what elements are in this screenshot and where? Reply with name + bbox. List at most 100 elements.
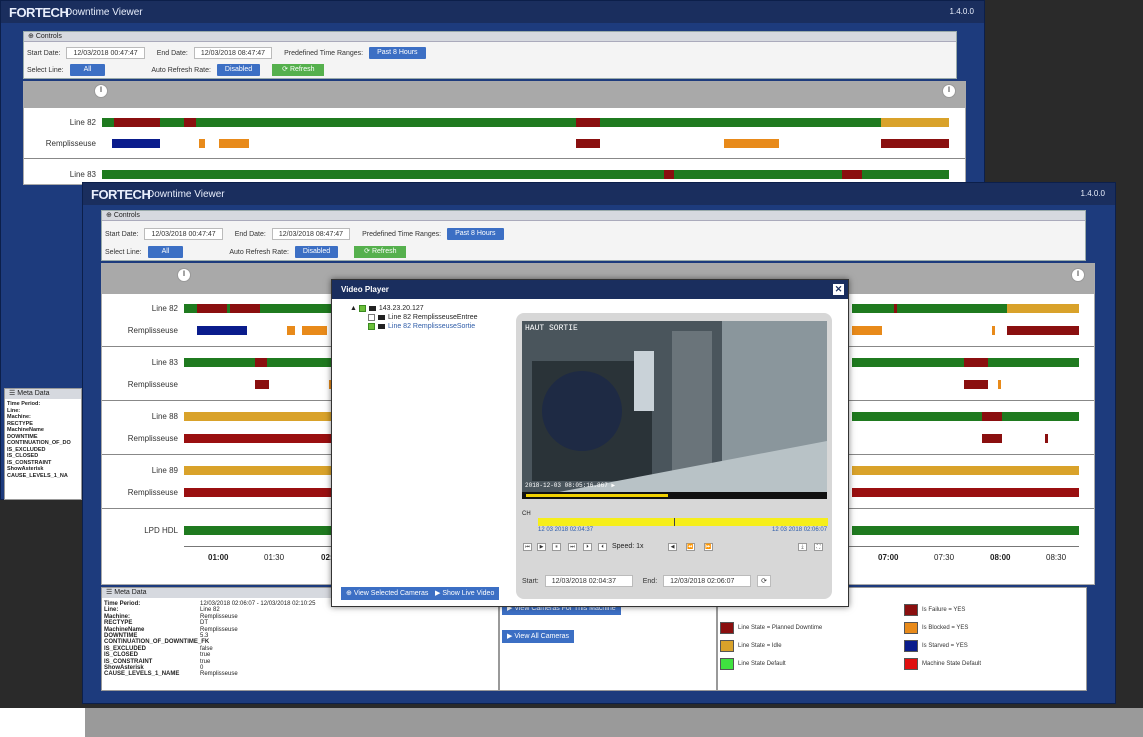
fullscreen-icon[interactable]: ⛶: [814, 543, 823, 551]
start-date-field[interactable]: 12/03/2018 00:47:47: [144, 228, 223, 240]
state-bar[interactable]: [664, 170, 674, 179]
state-bar[interactable]: [998, 380, 1001, 389]
state-bar[interactable]: [102, 170, 949, 179]
past-8-hours-button[interactable]: Past 8 Hours: [447, 228, 504, 240]
clip-start-field[interactable]: 12/03/2018 02:04:37: [544, 575, 633, 587]
state-bar[interactable]: [184, 466, 334, 475]
state-bar[interactable]: [199, 139, 205, 148]
legend-item: Is Failure = YES: [904, 604, 965, 616]
state-bar[interactable]: [852, 412, 1079, 421]
skip-end-icon[interactable]: ⏭: [568, 543, 577, 551]
refresh-button[interactable]: ⟳ Refresh: [354, 246, 407, 258]
meta-rows: Time Period: 12/03/2018 02:06:07 - 12/03/…: [102, 598, 498, 681]
reload-icon[interactable]: ⟳: [757, 575, 772, 587]
state-bar[interactable]: [852, 488, 1079, 497]
clip-end-label: End:: [642, 577, 658, 585]
controls-panel: ⊕ Controls Start Date: 12/03/2018 00:47:…: [101, 210, 1086, 261]
state-bar[interactable]: [287, 326, 295, 335]
show-live-video-button[interactable]: ▶ Show Live Video: [430, 587, 500, 600]
slider-left-handle[interactable]: ‖: [94, 84, 108, 98]
state-bar[interactable]: [184, 434, 334, 443]
close-icon[interactable]: ✕: [833, 284, 844, 295]
state-bar[interactable]: [1007, 304, 1079, 313]
tree-server[interactable]: ▲ 143.23.20.127: [350, 304, 478, 313]
fast-forward-icon[interactable]: ⏩: [704, 543, 713, 551]
state-bar[interactable]: [1045, 434, 1048, 443]
video-frame[interactable]: HAUT SORTIE 2018-12-03 08:05:16.867 ▶: [522, 321, 827, 499]
end-date-field[interactable]: 12/03/2018 08:47:47: [193, 47, 273, 59]
axis-tick: 01:00: [208, 553, 229, 562]
rewind-icon[interactable]: ⏪: [686, 543, 695, 551]
play-icon[interactable]: ▶: [537, 543, 546, 551]
prev-icon[interactable]: ◀: [668, 543, 677, 551]
state-bar[interactable]: [255, 358, 267, 367]
step-forward-icon[interactable]: ⏵: [583, 543, 592, 551]
state-bar[interactable]: [842, 170, 862, 179]
timeline-end: 12 03 2018 02:06:07: [772, 527, 828, 533]
state-bar[interactable]: [852, 466, 1079, 475]
state-bar[interactable]: [992, 326, 995, 335]
tree-camera-entree[interactable]: Line 82 RemplisseuseEntree: [350, 313, 478, 322]
pause-icon[interactable]: ⏸: [552, 543, 561, 551]
state-bar[interactable]: [302, 326, 327, 335]
refresh-rate-select[interactable]: Disabled: [216, 64, 261, 76]
speed-label: Speed: 1x: [612, 543, 644, 550]
state-bar[interactable]: [230, 304, 260, 313]
state-bar[interactable]: [894, 304, 897, 313]
state-bar[interactable]: [184, 118, 196, 127]
state-bar[interactable]: [219, 139, 249, 148]
state-bar[interactable]: [852, 326, 882, 335]
state-bar[interactable]: [184, 412, 334, 421]
state-bar[interactable]: [1007, 326, 1079, 335]
state-bar[interactable]: [184, 526, 334, 535]
line-select[interactable]: All: [69, 64, 106, 76]
view-all-cameras-button[interactable]: ▶ View All Cameras: [502, 630, 575, 643]
meta-key: CONTINUATION_OF_DO: [7, 440, 71, 446]
slider-right-handle[interactable]: ‖: [942, 84, 956, 98]
playback-timeline[interactable]: [538, 518, 828, 526]
state-bar[interactable]: [869, 118, 881, 127]
state-bar[interactable]: [112, 139, 160, 148]
row-label: Remplisseuse: [127, 488, 178, 497]
tree-camera-sortie[interactable]: Line 82 RemplisseuseSortie: [350, 322, 478, 331]
state-bar[interactable]: [577, 118, 869, 127]
legend-swatch: [720, 640, 734, 652]
state-bar[interactable]: [184, 488, 334, 497]
state-bar[interactable]: [576, 139, 600, 148]
line-select[interactable]: All: [147, 246, 184, 258]
state-bar[interactable]: [197, 326, 247, 335]
state-bar[interactable]: [102, 118, 577, 127]
state-bar[interactable]: [255, 380, 269, 389]
video-progress[interactable]: [522, 492, 827, 499]
past-8-hours-button[interactable]: Past 8 Hours: [369, 47, 426, 59]
state-bar[interactable]: [197, 304, 227, 313]
state-bar[interactable]: [852, 526, 1079, 535]
back-chart: ‖ ‖ Line 82 Remplisseuse Line 83: [23, 81, 966, 185]
state-bar[interactable]: [982, 434, 1002, 443]
clip-end-field[interactable]: 12/03/2018 02:06:07: [663, 575, 752, 587]
end-date-field[interactable]: 12/03/2018 08:47:47: [271, 228, 351, 240]
state-bar[interactable]: [964, 358, 988, 367]
skip-start-icon[interactable]: ⏮: [523, 543, 532, 551]
refresh-rate-select[interactable]: Disabled: [294, 246, 339, 258]
slider-right-handle[interactable]: ‖: [1071, 268, 1085, 282]
state-bar[interactable]: [982, 412, 1002, 421]
ranges-label: Predefined Time Ranges:: [362, 230, 442, 238]
download-icon[interactable]: ⤓: [798, 543, 807, 551]
refresh-button[interactable]: ⟳ Refresh: [272, 64, 325, 76]
view-selected-cameras-button[interactable]: ⊕ View Selected Cameras: [341, 587, 434, 600]
state-bar[interactable]: [881, 139, 949, 148]
state-bar[interactable]: [576, 118, 600, 127]
legend-item: Is Blocked = YES: [904, 622, 968, 634]
back-meta-panel: ☰ Meta Data Time Period: Line: Machine: REC…: [4, 388, 82, 500]
time-slider[interactable]: [24, 82, 965, 108]
state-bar[interactable]: [114, 118, 160, 127]
state-bar[interactable]: [852, 304, 1007, 313]
step-back-icon[interactable]: ⏴: [598, 543, 607, 551]
slider-left-handle[interactable]: ‖: [177, 268, 191, 282]
state-bar[interactable]: [881, 118, 949, 127]
state-bar[interactable]: [964, 380, 988, 389]
video-overlay-title: HAUT SORTIE: [525, 324, 578, 333]
state-bar[interactable]: [724, 139, 779, 148]
start-date-field[interactable]: 12/03/2018 00:47:47: [66, 47, 145, 59]
